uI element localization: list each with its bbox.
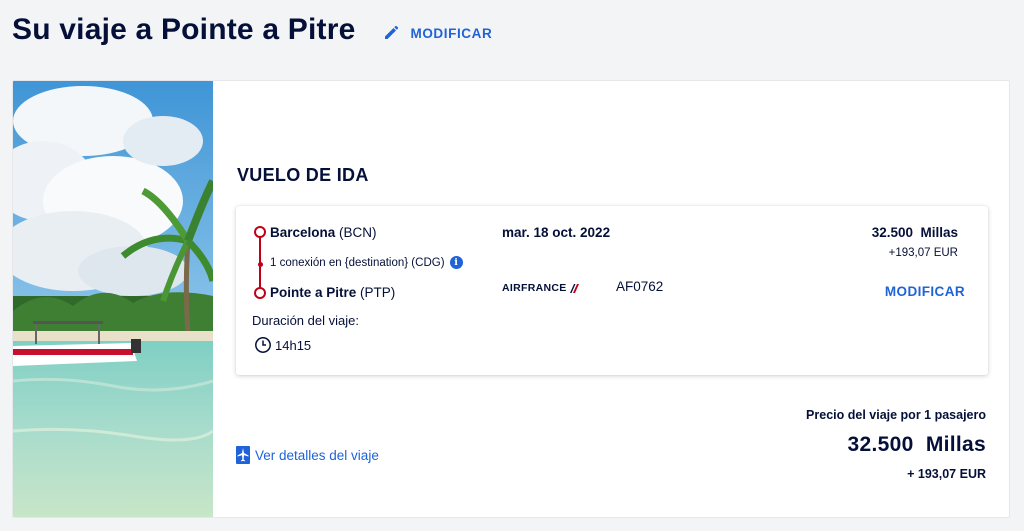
clock-icon [255,337,271,353]
plane-details-icon [236,446,250,464]
outbound-flight-card: Barcelona (BCN) 1 conexión en {destinati… [236,206,988,375]
airline-name: AIRFRANCE [502,282,567,294]
destination-dot [254,287,266,299]
airline-logo: AIRFRANCE [502,282,579,294]
flight-price-eur: +193,07 EUR [888,247,958,259]
flight-number: AF0762 [616,279,664,294]
page-header: Su viaje a Pointe a Pitre MODIFICAR [12,12,492,48]
origin-dot [254,226,266,238]
total-price-eur: + 193,07 EUR [907,467,986,481]
flight-price-miles: 32.500 Millas [871,225,958,240]
total-price-miles: 32.500 Millas [847,433,986,456]
duration-label: Duración del viaje: [252,313,359,328]
origin: Barcelona (BCN) [270,225,377,240]
section-title: VUELO DE IDA [237,165,369,185]
destination-code: (PTP) [360,285,396,300]
origin-city: Barcelona [270,225,336,240]
total-price-label: Precio del viaje por 1 pasajero [806,408,986,422]
flight-date: mar. 18 oct. 2022 [502,225,611,240]
total-price: Precio del viaje por 1 pasajero 32.500 M… [806,408,986,481]
destination-beach-image [13,81,213,517]
modify-trip-button[interactable]: MODIFICAR [383,19,492,41]
pencil-icon [385,25,399,39]
duration-value: 14h15 [275,337,312,353]
modify-trip-label: MODIFICAR [410,25,493,41]
duration: 14h15 [254,336,311,354]
connection-dot [257,262,263,267]
destination-city: Pointe a Pitre [270,285,357,300]
flight-price: 32.500 Millas +193,07 EUR [872,225,958,259]
trip-details-link[interactable]: Ver detalles del viaje [236,446,379,464]
info-icon[interactable]: i [449,256,463,269]
trip-details-label: Ver detalles del viaje [255,447,379,463]
modify-flight-button[interactable]: MODIFICAR [885,284,965,299]
connection-info: 1 conexión en {destination} (CDG) i [270,256,463,269]
airline-slash-icon [569,283,579,293]
connection-text: 1 conexión en {destination} (CDG) [270,256,445,269]
destination: Pointe a Pitre (PTP) [270,285,395,300]
page-title: Su viaje a Pointe a Pitre [12,13,356,46]
origin-code: (BCN) [339,225,377,240]
trip-card: VUELO DE IDA Barcelona (BCN) 1 conexión … [12,80,1010,518]
